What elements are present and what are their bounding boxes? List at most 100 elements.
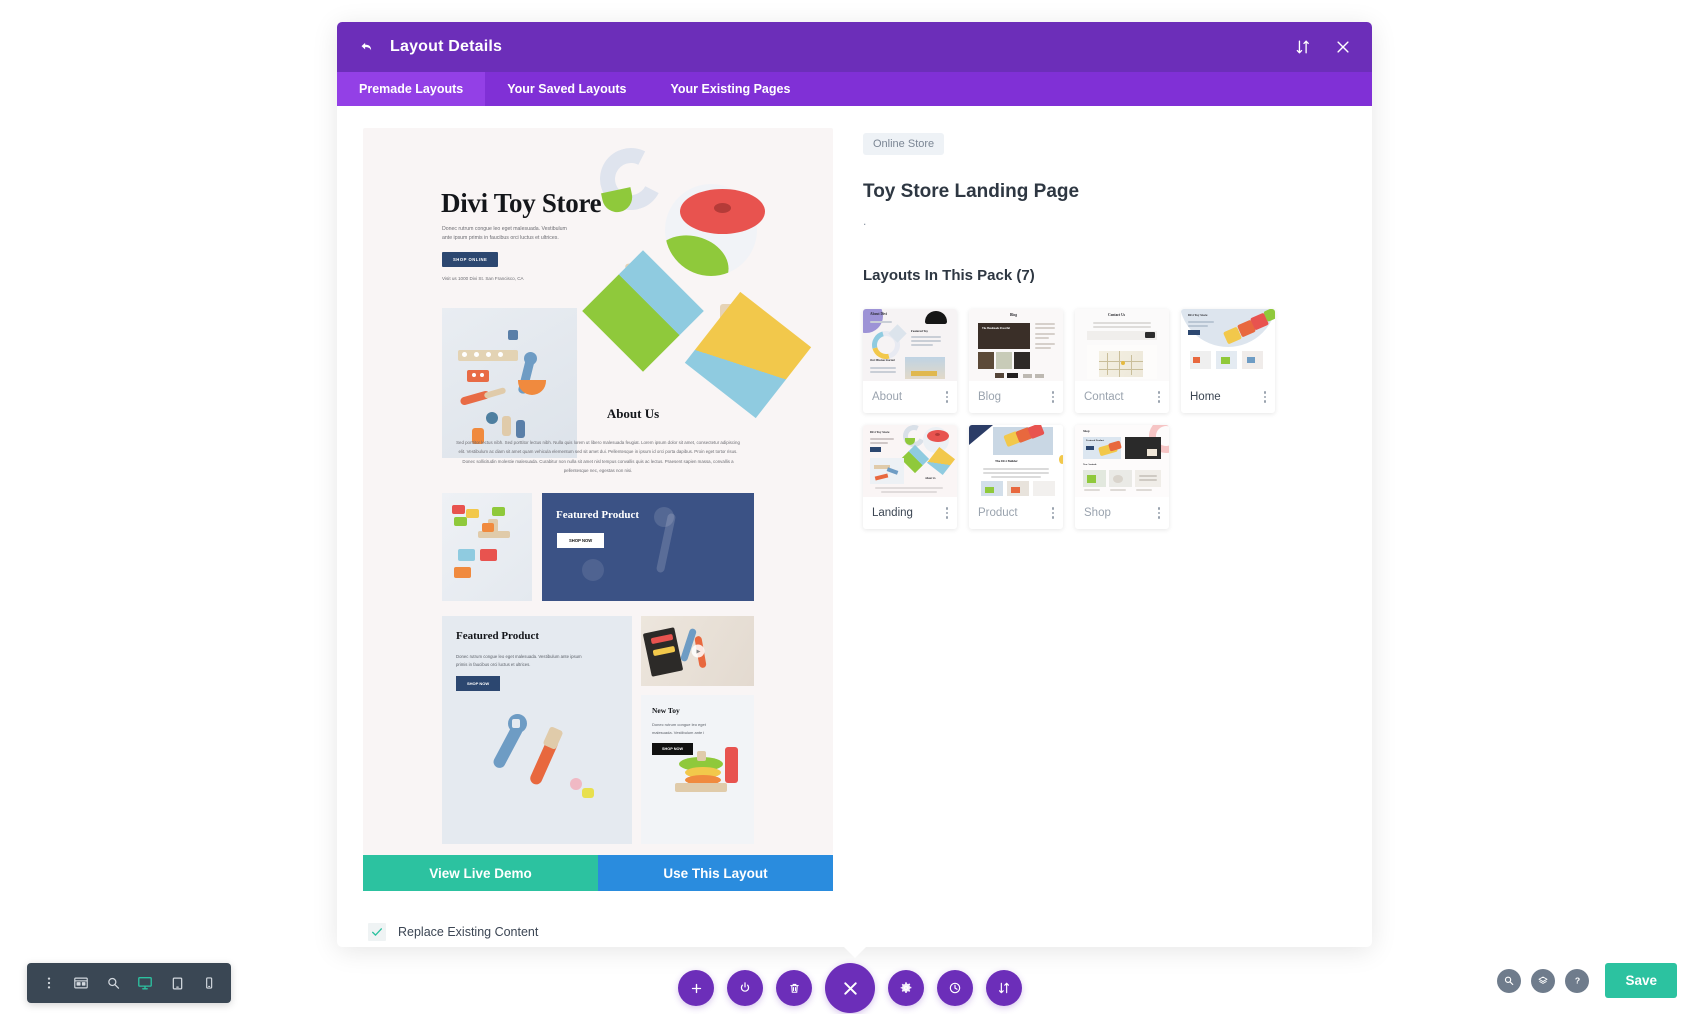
help-question-icon[interactable]: ? [1565,968,1590,993]
zoom-search-icon[interactable] [97,963,129,1003]
replace-existing-content-label: Replace Existing Content [398,925,539,939]
preview-about-section: About Us Sed porttitor lectus nibh. Sed … [363,406,833,475]
replace-existing-content-checkbox[interactable] [368,923,386,941]
card-label: Landing [872,507,913,519]
layout-card-blog[interactable]: Blog The Handmade Powerful Blog [969,309,1063,413]
history-clock-icon[interactable] [937,970,973,1006]
preview-newtoy-block: New Toy Donec rutrum congue leo eget mal… [641,695,754,844]
card-options-icon[interactable] [1263,391,1266,403]
preview-newtoy-button: SHOP NOW [652,743,694,755]
shop-thumb: Shop Featured Product New Arrivals [1075,425,1169,497]
layout-card-about[interactable]: About Divi Featured Toy Our Mission Star… [863,309,957,413]
card-options-icon[interactable] [1157,391,1160,403]
modal-body: Divi Toy Store Donec rutrum congue leo e… [337,106,1372,947]
layout-card-contact[interactable]: Contact Us Contact [1075,309,1169,413]
modal-pointer-triangle [843,947,866,958]
card-footer: Blog [969,381,1063,413]
blog-thumb: Blog The Handmade Powerful [969,309,1063,381]
add-section-button[interactable] [678,970,714,1006]
tablet-icon[interactable] [161,963,193,1003]
responsive-toolbar [27,963,231,1003]
close-builder-button[interactable] [825,963,875,1013]
close-x-icon[interactable] [1334,38,1352,56]
back-arrow-icon[interactable] [357,37,377,57]
save-button[interactable]: Save [1605,963,1677,998]
tab-label: Premade Layouts [359,82,464,96]
svg-text:?: ? [1575,975,1580,985]
utility-toolbar: ? Save [1497,963,1677,998]
preview-hero-button: SHOP ONLINE [442,252,499,267]
preview-featured-block-heading: Featured Product [456,630,539,642]
card-label: Product [978,507,1018,519]
category-badge: Online Store [863,133,945,155]
product-thumb: The Divi Builder [969,425,1063,497]
tab-label: Your Saved Layouts [507,82,627,96]
tab-strip: Premade Layouts Your Saved Layouts Your … [337,72,1372,106]
card-options-icon[interactable] [945,507,948,519]
kebab-menu-icon[interactable] [33,963,65,1003]
landing-thumb: Divi Toy Store About Us [863,425,957,497]
card-options-icon[interactable] [1157,507,1160,519]
card-options-icon[interactable] [945,391,948,403]
preview-side-column: New Toy Donec rutrum congue leo eget mal… [641,616,754,844]
pack-title: Toy Store Landing Page [863,181,1080,202]
preview-about-paragraph: Sed porttitor lectus nibh. Sed porttitor… [456,440,740,473]
card-options-icon[interactable] [1051,507,1054,519]
layout-card-home[interactable]: Divi Toy Store Home [1181,309,1275,413]
preview-newtoy-heading: New Toy [652,706,680,715]
tab-your-saved-layouts[interactable]: Your Saved Layouts [485,72,648,106]
sort-updown-icon[interactable] [1294,38,1312,56]
layout-preview-image: Divi Toy Store Donec rutrum congue leo e… [363,128,833,855]
play-icon [691,644,704,658]
desktop-icon[interactable] [129,963,161,1003]
modal-titlebar: Layout Details [337,22,1372,72]
layers-icon[interactable] [1531,968,1556,993]
about-thumb: About Divi Featured Toy Our Mission Star… [863,309,957,381]
use-this-layout-button[interactable]: Use This Layout [598,855,833,891]
card-label: Home [1190,391,1221,403]
layout-card-shop[interactable]: Shop Featured Product New Arrivals Shop [1075,425,1169,529]
card-options-icon[interactable] [1051,391,1054,403]
pack-description: . [863,214,867,228]
card-footer: About [863,381,957,413]
page-title: Layout Details [390,38,503,55]
contact-thumb: Contact Us [1075,309,1169,381]
preview-hero-address: Visit us 1000 Divi St. San Francisco, CA [442,276,524,281]
preview-blocks-photo [442,493,532,601]
preview-featured-row: Featured Product SHOP NOW [442,493,754,601]
wireframe-icon[interactable] [65,963,97,1003]
layout-preview-column: Divi Toy Store Donec rutrum congue leo e… [363,128,833,947]
preview-hero-title: Divi Toy Store [441,188,602,218]
sort-updown-icon[interactable] [986,970,1022,1006]
preview-featured-block-row: Featured Product Donec rutrum congue leo… [442,616,754,844]
view-live-demo-button[interactable]: View Live Demo [363,855,598,891]
layout-card-landing[interactable]: Divi Toy Store About Us Landing [863,425,957,529]
card-footer: Product [969,497,1063,529]
preview-newtoy-paragraph: Donec rutrum congue leo eget malesuada. … [652,722,706,735]
preview-featured-block: Featured Product Donec rutrum congue leo… [442,616,632,844]
card-footer: Home [1181,381,1275,413]
layout-details-modal: Layout Details Premade Layouts Your Save… [337,22,1372,958]
toy-c-green-icon [601,187,635,215]
zoom-search-icon[interactable] [1497,968,1522,993]
tab-your-existing-pages[interactable]: Your Existing Pages [648,72,812,106]
preview-action-buttons: View Live Demo Use This Layout [363,855,833,891]
tab-premade-layouts[interactable]: Premade Layouts [337,72,486,106]
card-footer: Landing [863,497,957,529]
power-toggle-button[interactable] [727,970,763,1006]
preview-featured-banner-button: SHOP NOW [557,533,605,548]
phone-icon[interactable] [193,963,225,1003]
gear-icon[interactable] [888,970,924,1006]
toy-red-ring-icon [680,189,765,234]
preview-featured-block-button: SHOP NOW [456,676,501,691]
card-footer: Contact [1075,381,1169,413]
preview-about-heading: About Us [606,406,660,421]
home-thumb: Divi Toy Store [1181,309,1275,381]
layout-details-column: Online Store Toy Store Landing Page . La… [863,128,1353,947]
card-label: About [872,391,903,403]
preview-featured-banner-heading: Featured Product [556,509,639,521]
trash-button[interactable] [776,970,812,1006]
layout-card-product[interactable]: The Divi Builder Product [969,425,1063,529]
card-footer: Shop [1075,497,1169,529]
checkmark-icon [372,928,382,936]
